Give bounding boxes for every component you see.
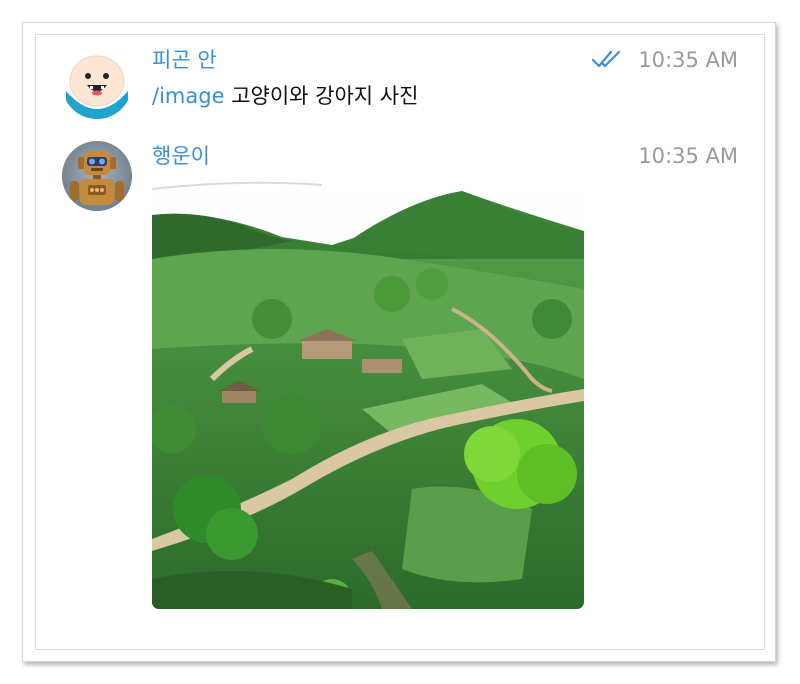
message-list: 피곤 안 10:35 AM /image 고양이와 강아지 사진 행운이 10:… [35,34,765,650]
bot-command-link[interactable]: /image [152,84,225,108]
bot-avatar[interactable] [62,141,132,211]
landscape-image-icon [152,179,584,609]
generated-image[interactable] [152,179,584,609]
message-timestamp: 10:35 AM [638,48,738,72]
double-check-icon [591,49,622,73]
sender-name[interactable]: 행운이 [152,143,210,169]
chat-window: 피곤 안 10:35 AM /image 고양이와 강아지 사진 행운이 10:… [22,22,776,662]
robot-avatar-icon [62,141,132,211]
cartoon-face-avatar-icon [62,49,132,119]
message-timestamp: 10:35 AM [638,144,738,168]
message-text: /image 고양이와 강아지 사진 [152,83,418,109]
user-avatar[interactable] [62,49,132,119]
sender-name[interactable]: 피곤 안 [152,47,217,73]
message-body: 고양이와 강아지 사진 [231,84,419,108]
